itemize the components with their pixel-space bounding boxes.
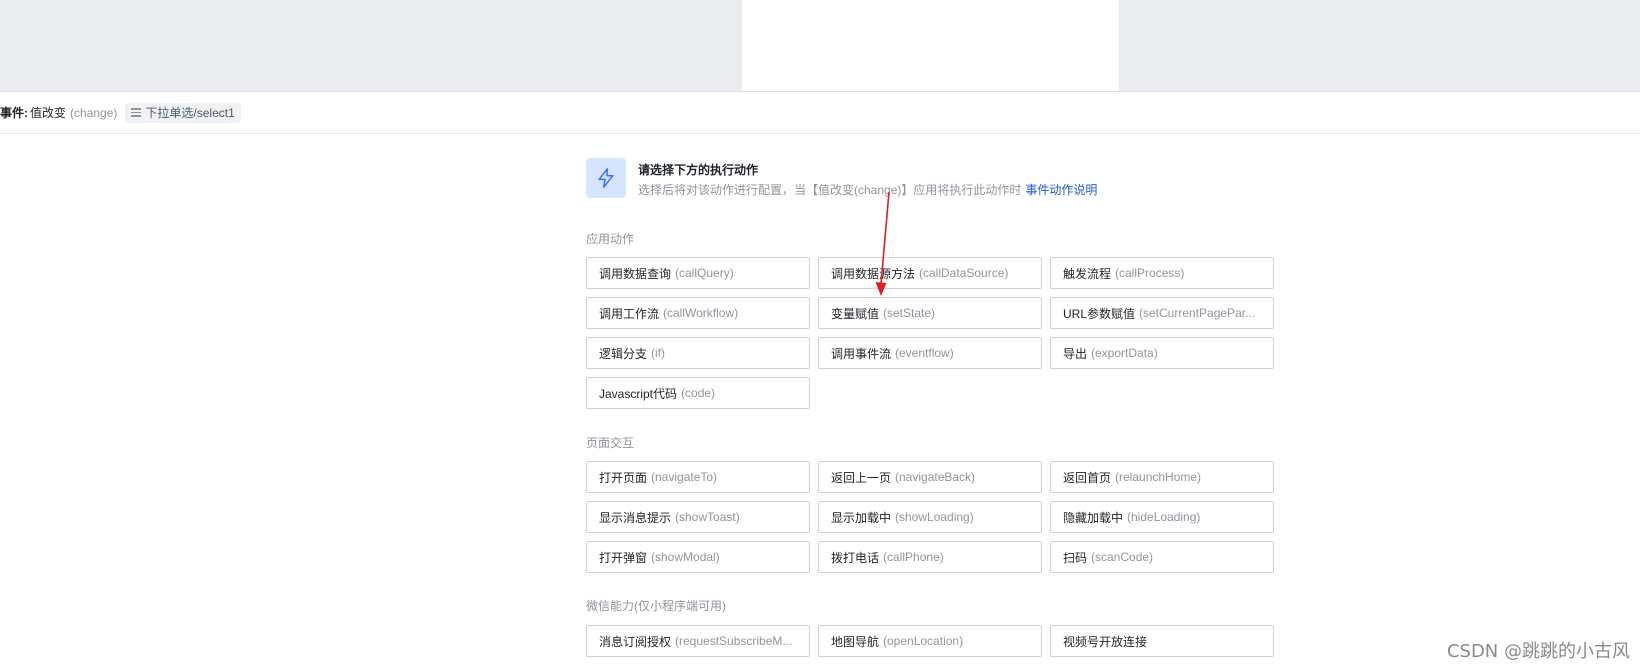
action-name: URL参数赋值: [1063, 306, 1136, 321]
action-code: (callQuery): [675, 266, 734, 280]
event-name: 值改变: [30, 106, 67, 120]
action-code: (relaunchHome): [1115, 470, 1202, 484]
action-name: 导出: [1063, 346, 1088, 361]
action-name: 打开页面: [599, 470, 648, 485]
action-name: 触发流程: [1063, 266, 1112, 281]
action-name: 调用工作流: [599, 306, 660, 321]
action-button[interactable]: 显示消息提示 (showToast): [586, 501, 810, 533]
preview-area: [0, 0, 1640, 92]
intro-description: 选择后将对该动作进行配置，当【值改变(change)】应用将执行此动作时 事件动作…: [638, 181, 1097, 198]
action-code: (setState): [883, 306, 936, 320]
action-name: 拨打电话: [831, 550, 880, 565]
action-button[interactable]: 打开弹窗 (showModal): [586, 541, 810, 573]
action-name: 隐藏加载中: [1063, 510, 1124, 525]
action-button[interactable]: 打开页面 (navigateTo): [586, 461, 810, 493]
action-name: 扫码: [1063, 550, 1088, 565]
event-code: (change): [70, 105, 118, 120]
action-code: (exportData): [1091, 346, 1158, 360]
action-name: 返回上一页: [831, 470, 892, 485]
action-code: (navigateBack): [895, 470, 976, 484]
action-button[interactable]: 显示加载中 (showLoading): [818, 501, 1042, 533]
action-button[interactable]: 视频号开放连接: [1050, 625, 1274, 657]
action-button[interactable]: 逻辑分支 (if): [586, 337, 810, 369]
intro-title: 请选择下方的执行动作: [638, 163, 759, 177]
watermark: CSDN @跳跳的小古风: [1446, 641, 1630, 662]
action-name: 调用事件流: [831, 346, 892, 361]
action-code: (showToast): [675, 510, 740, 524]
action-code: (callWorkflow): [663, 306, 739, 320]
action-button[interactable]: 调用数据源方法 (callDataSource): [818, 257, 1042, 289]
action-code: (setCurrentPagePar...: [1139, 306, 1256, 320]
event-action-help-link[interactable]: 事件动作说明: [1025, 183, 1097, 197]
action-button[interactable]: 拨打电话 (callPhone): [818, 541, 1042, 573]
action-button[interactable]: 消息订阅授权 (requestSubscribeM...: [586, 625, 810, 657]
action-name: 显示消息提示: [599, 510, 672, 525]
action-code: (openLocation): [883, 634, 964, 648]
event-prefix: 事件:: [0, 106, 28, 120]
action-code: (if): [651, 346, 666, 360]
action-button[interactable]: 调用工作流 (callWorkflow): [586, 297, 810, 329]
action-name: 变量赋值: [831, 306, 880, 321]
action-name: 地图导航: [831, 634, 880, 649]
action-name: 逻辑分支: [599, 346, 648, 361]
action-code: (callProcess): [1115, 266, 1185, 280]
wechat-actions-grid: 消息订阅授权 (requestSubscribeM... 地图导航 (openLoca…: [586, 625, 1276, 657]
action-button[interactable]: Javascript代码 (code): [586, 377, 810, 409]
action-button[interactable]: 调用事件流 (eventflow): [818, 337, 1042, 369]
action-button[interactable]: 触发流程 (callProcess): [1050, 257, 1274, 289]
action-button[interactable]: 调用数据查询 (callQuery): [586, 257, 810, 289]
component-tag[interactable]: 下拉单选/select1: [125, 102, 241, 123]
action-code: (callDataSource): [919, 266, 1009, 280]
action-code: (code): [681, 386, 716, 400]
page-interaction-grid: 打开页面 (navigateTo) 返回上一页 (navigateBack) 返回首页(…: [586, 461, 1276, 573]
action-code: (requestSubscribeM...: [675, 634, 793, 648]
action-name: 显示加载中: [831, 510, 892, 525]
section-title-page-interaction: 页面交互: [586, 436, 635, 450]
action-button[interactable]: 导出 (exportData): [1050, 337, 1274, 369]
action-button[interactable]: 隐藏加载中 (hideLoading): [1050, 501, 1274, 533]
component-tag-label: 下拉单选/select1: [145, 106, 235, 120]
action-code: (hideLoading): [1127, 510, 1201, 524]
action-code: (callPhone): [883, 550, 944, 564]
action-button[interactable]: 返回首页 (relaunchHome): [1050, 461, 1274, 493]
action-name: 调用数据源方法: [831, 266, 916, 281]
action-code: (showModal): [651, 550, 720, 564]
lightning-icon: [586, 158, 626, 198]
list-icon: [131, 107, 142, 118]
action-button[interactable]: URL参数赋值 (setCurrentPagePar...: [1050, 297, 1274, 329]
action-name: 打开弹窗: [599, 550, 648, 565]
action-button[interactable]: 地图导航 (openLocation): [818, 625, 1042, 657]
action-code: (scanCode): [1091, 550, 1154, 564]
action-code: (eventflow): [895, 346, 954, 360]
action-button[interactable]: 扫码 (scanCode): [1050, 541, 1274, 573]
action-name: Javascript代码: [599, 386, 678, 401]
action-name: 视频号开放连接: [1063, 634, 1148, 649]
action-intro: 请选择下方的执行动作 选择后将对该动作进行配置，当【值改变(change)】应用…: [586, 158, 1186, 200]
action-button[interactable]: 返回上一页 (navigateBack): [818, 461, 1042, 493]
action-button[interactable]: 变量赋值 (setState): [818, 297, 1042, 329]
action-name: 消息订阅授权: [599, 634, 672, 649]
section-title-app-actions: 应用动作: [586, 232, 635, 246]
preview-canvas: [742, 0, 1119, 91]
app-actions-grid: 调用数据查询 (callQuery) 调用数据源方法 (callDataSource)…: [586, 257, 1276, 409]
section-title-wechat: 微信能力(仅小程序端可用): [586, 599, 726, 613]
event-header: 事件: 值改变 (change) 下拉单选/select1: [0, 92, 1640, 134]
action-name: 调用数据查询: [599, 266, 672, 281]
intro-description-text: 选择后将对该动作进行配置，当【值改变(change)】应用将执行此动作时: [638, 183, 1022, 197]
action-code: (showLoading): [895, 510, 974, 524]
action-code: (navigateTo): [651, 470, 718, 484]
action-name: 返回首页: [1063, 470, 1112, 485]
